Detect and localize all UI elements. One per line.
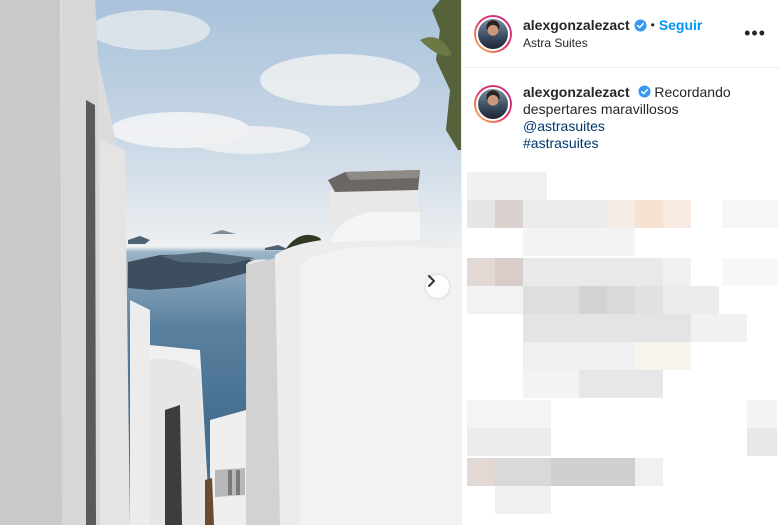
avatar[interactable] — [474, 14, 512, 53]
post-header: alexgonzalezact • Seguir Astra Suites ••… — [462, 0, 780, 68]
follow-button[interactable]: Seguir — [659, 17, 703, 33]
more-options-icon[interactable]: ••• — [744, 24, 766, 42]
location-link[interactable]: Astra Suites — [523, 36, 702, 50]
post-side-panel: alexgonzalezact • Seguir Astra Suites ••… — [461, 0, 780, 525]
separator-dot: • — [650, 18, 655, 32]
hashtag-link[interactable]: #astrasuites — [523, 135, 753, 152]
avatar-photo — [476, 16, 510, 51]
caption-username[interactable]: alexgonzalezact — [523, 84, 630, 100]
verified-badge-icon — [634, 18, 647, 32]
post-photo[interactable] — [0, 0, 461, 525]
caption: alexgonzalezact Recordando despertares m… — [462, 68, 780, 152]
blurred-comments — [462, 170, 780, 525]
photo-illustration — [0, 0, 461, 525]
mention-link[interactable]: @astrasuites — [523, 118, 753, 135]
post-header-text: alexgonzalezact • Seguir Astra Suites — [523, 17, 702, 50]
chevron-right-icon — [428, 275, 435, 287]
verified-badge-icon — [637, 85, 651, 98]
caption-text: alexgonzalezact Recordando despertares m… — [523, 84, 753, 152]
next-photo-button[interactable] — [426, 275, 449, 298]
caption-avatar-photo — [476, 87, 510, 121]
caption-avatar[interactable] — [474, 85, 512, 123]
username-link[interactable]: alexgonzalezact — [523, 17, 630, 33]
post-header-row: alexgonzalezact • Seguir — [523, 17, 702, 33]
